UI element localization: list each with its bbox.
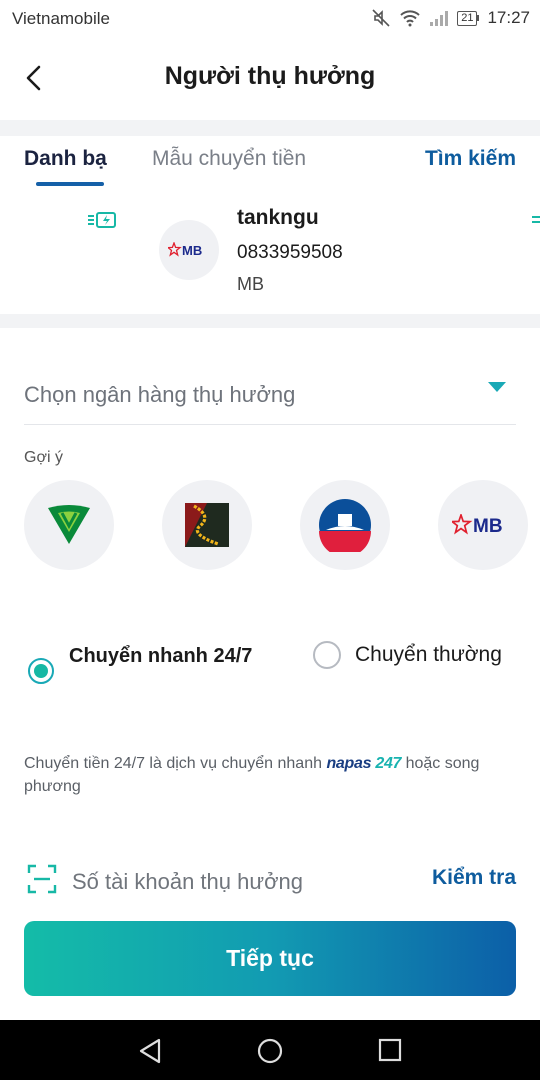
bank-select-dropdown[interactable]: Chọn ngân hàng thụ hưởng: [24, 382, 295, 408]
clock: 17:27: [487, 8, 530, 27]
svg-text:MB: MB: [182, 243, 202, 258]
radio-normal-transfer[interactable]: [313, 641, 341, 669]
suggest-bank-mb[interactable]: MB: [438, 480, 528, 570]
account-number-input[interactable]: Số tài khoản thụ hưởng: [72, 869, 303, 895]
search-link[interactable]: Tìm kiếm: [425, 147, 516, 171]
nav-back-icon[interactable]: [138, 1038, 162, 1064]
suggest-label: Gợi ý: [24, 449, 63, 466]
mb-logo-icon: MB: [168, 242, 202, 258]
next-card-peek-icon: [532, 216, 540, 223]
mb-logo-text: MB: [473, 516, 503, 536]
normal-transfer-label[interactable]: Chuyển thường: [355, 643, 502, 667]
dropdown-caret-icon[interactable]: [488, 382, 506, 392]
tab-contacts[interactable]: Danh bạ: [24, 147, 107, 171]
napas-brand-number: 247: [375, 755, 402, 772]
transfer-note: Chuyển tiền 24/7 là dịch vụ chuyển nhanh…: [24, 752, 524, 798]
suggest-bank-vietinbank[interactable]: [300, 480, 390, 570]
scan-qr-icon[interactable]: [27, 864, 57, 894]
mute-icon: [372, 9, 390, 27]
vietinbank-logo-icon: [319, 499, 371, 552]
fast-transfer-label[interactable]: Chuyển nhanh 24/7: [69, 638, 289, 675]
vietcombank-logo-icon: [48, 505, 90, 544]
napas-brand: napas 247: [326, 755, 401, 772]
tab-templates[interactable]: Mẫu chuyển tiền: [152, 147, 306, 171]
note-text: Chuyển tiền 24/7 là dịch vụ chuyển nhanh: [24, 755, 322, 772]
techcombank-logo-icon: [185, 503, 229, 547]
system-nav-bar: [0, 1020, 540, 1080]
suggest-bank-techcombank[interactable]: [162, 480, 252, 570]
nav-home-icon[interactable]: [257, 1038, 283, 1064]
contact-name[interactable]: tankngu: [237, 206, 319, 230]
suggest-bank-vietcombank[interactable]: [24, 480, 114, 570]
signal-icon: [430, 11, 449, 26]
bank-select-underline: [24, 424, 516, 425]
carrier-label: Vietnamobile: [12, 9, 110, 28]
divider: [0, 120, 540, 136]
wifi-icon: [400, 10, 420, 27]
napas-brand-name: napas: [326, 755, 372, 772]
active-tab-indicator: [36, 182, 104, 186]
contact-account-number: 0833959508: [237, 242, 343, 263]
battery-level: 21: [457, 10, 478, 26]
mb-logo-icon: MB: [452, 514, 503, 536]
check-account-button[interactable]: Kiểm tra: [432, 866, 516, 890]
page-title: Người thụ hưởng: [164, 62, 376, 90]
battery-icon: 21: [457, 10, 480, 26]
fast-transfer-icon: [88, 212, 116, 228]
continue-button[interactable]: Tiếp tục: [24, 921, 516, 996]
nav-recents-icon[interactable]: [378, 1038, 402, 1062]
divider: [0, 314, 540, 328]
contact-bank-avatar[interactable]: MB: [159, 220, 219, 280]
contact-bank-name: MB: [237, 274, 264, 294]
radio-fast-transfer[interactable]: [28, 658, 54, 684]
status-icons: 21 17:27: [371, 8, 530, 28]
